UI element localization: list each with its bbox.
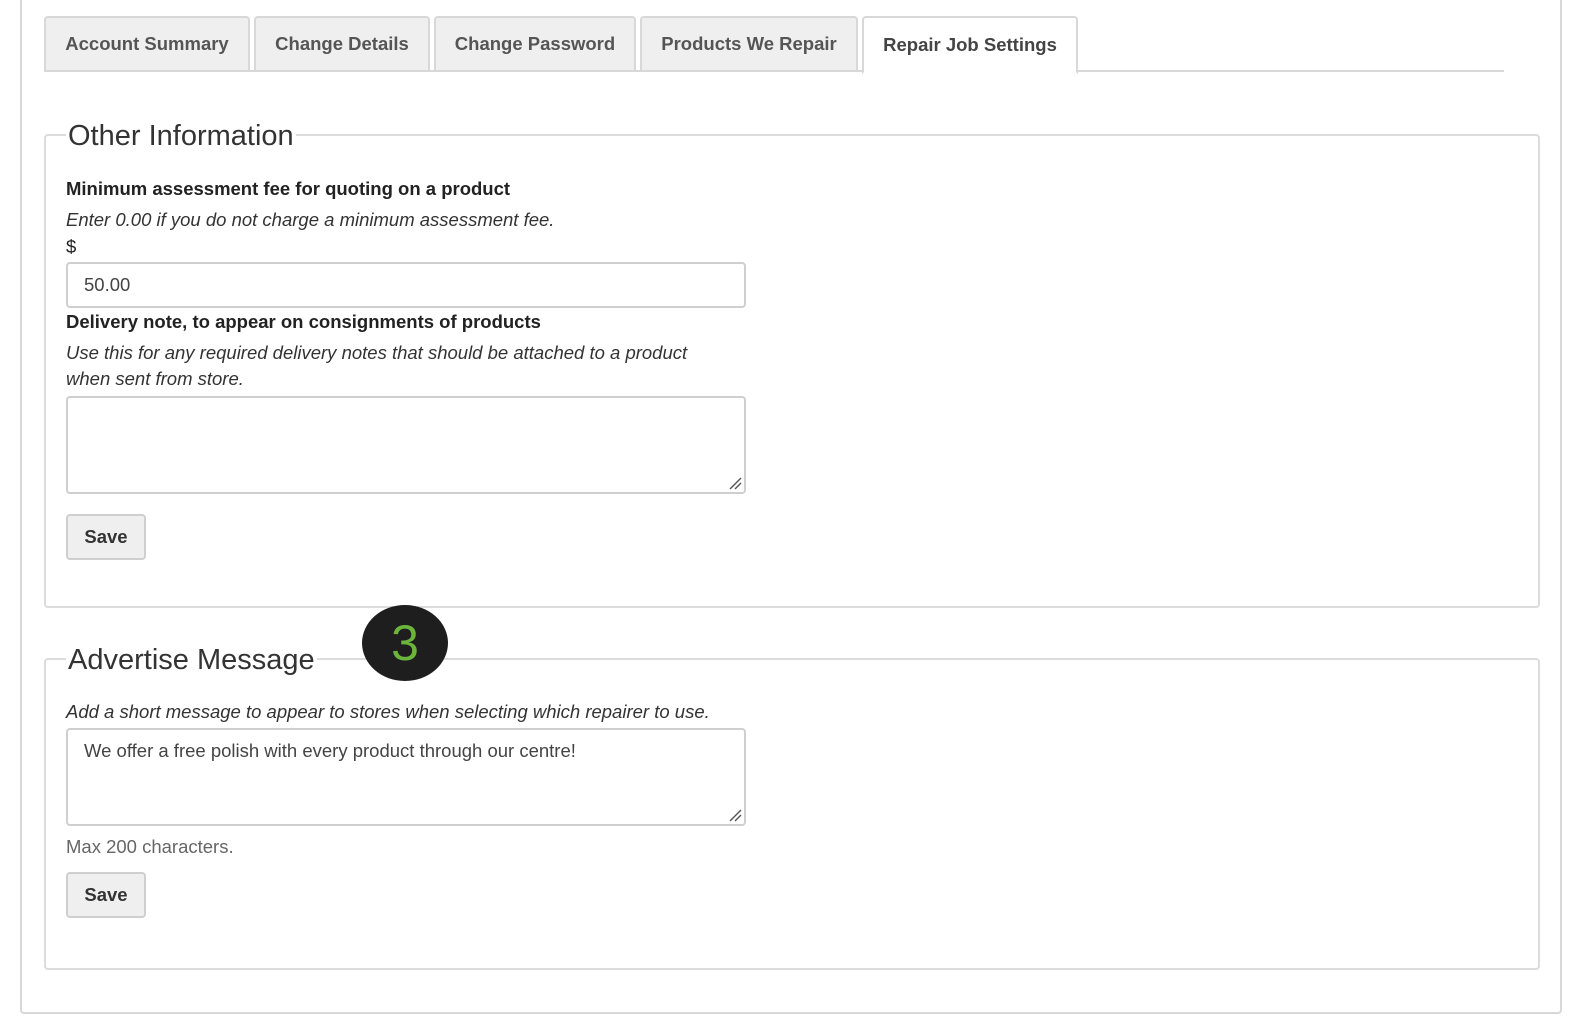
tab-products-we-repair[interactable]: Products We Repair	[640, 16, 858, 72]
assessment-fee-label: Minimum assessment fee for quoting on a …	[66, 178, 511, 199]
other-information-section: Other Information Minimum assessment fee…	[44, 122, 1540, 608]
advertise-message-help: Add a short message to appear to stores …	[66, 701, 710, 722]
delivery-note-textarea[interactable]	[66, 396, 746, 494]
account-panel: Account Summary Change Details Change Pa…	[20, 0, 1562, 1014]
delivery-note-help-line-1: Use this for any required delivery notes…	[66, 342, 688, 363]
currency-symbol: $	[66, 236, 77, 257]
step-number-badge: 3	[362, 605, 448, 681]
tab-bar: Account Summary Change Details Change Pa…	[44, 16, 1504, 74]
tab-repair-job-settings[interactable]: Repair Job Settings	[862, 16, 1078, 74]
tab-change-details[interactable]: Change Details	[254, 16, 430, 72]
advertise-message-section: Advertise Message Add a short message to…	[44, 646, 1540, 970]
tab-account-summary[interactable]: Account Summary	[44, 16, 250, 72]
assessment-fee-input[interactable]	[66, 262, 746, 308]
advertise-message-textarea[interactable]	[66, 728, 746, 826]
save-advertise-message-button[interactable]: Save	[66, 872, 146, 918]
delivery-note-help-line-2: when sent from store.	[66, 368, 244, 389]
advertise-message-legend: Advertise Message	[66, 644, 317, 676]
resize-handle-icon[interactable]	[728, 808, 742, 822]
character-limit-note: Max 200 characters.	[66, 836, 234, 857]
resize-handle-icon[interactable]	[728, 476, 742, 490]
delivery-note-label: Delivery note, to appear on consignments…	[66, 311, 541, 332]
tab-change-password[interactable]: Change Password	[434, 16, 636, 72]
assessment-fee-help: Enter 0.00 if you do not charge a minimu…	[66, 209, 555, 230]
other-information-legend: Other Information	[66, 120, 296, 152]
save-other-information-button[interactable]: Save	[66, 514, 146, 560]
